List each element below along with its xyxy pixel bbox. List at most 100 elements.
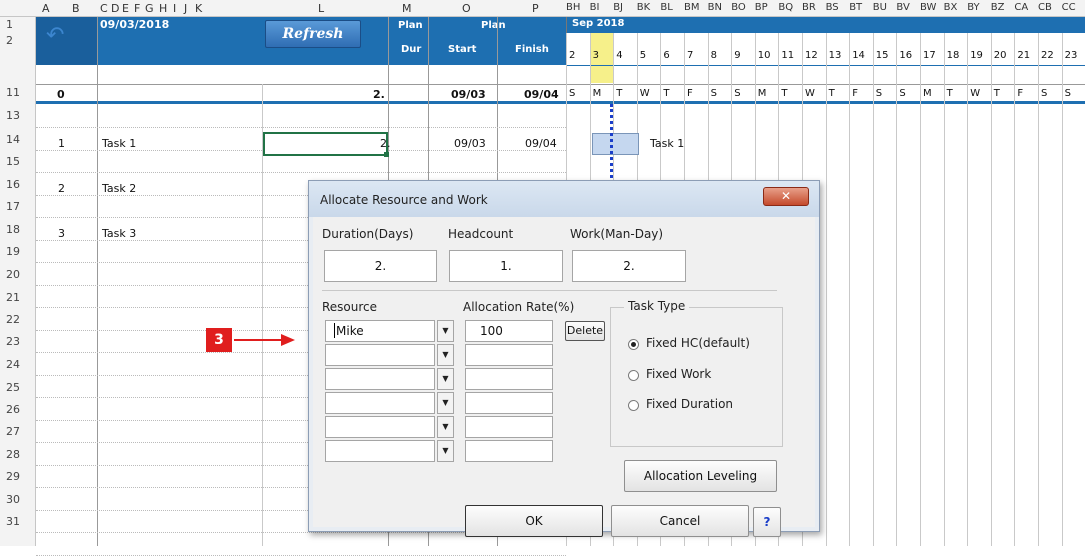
row-number[interactable]: 25: [0, 381, 36, 394]
row-number[interactable]: 21: [0, 291, 36, 304]
col-a[interactable]: A: [42, 2, 50, 15]
chevron-down-icon[interactable]: ▼: [437, 320, 454, 342]
gantt-col-header[interactable]: BP: [755, 2, 768, 13]
row-number[interactable]: 31: [0, 515, 36, 528]
resource-combo[interactable]: [325, 344, 435, 366]
gantt-col-header[interactable]: CA: [1014, 2, 1028, 13]
gantt-col-header[interactable]: BN: [708, 2, 722, 13]
allocation-leveling-button[interactable]: Allocation Leveling: [624, 460, 777, 492]
col-m[interactable]: M: [402, 2, 412, 15]
gantt-col-header[interactable]: BO: [731, 2, 746, 13]
task-1-bar[interactable]: [592, 133, 639, 155]
gantt-col-header[interactable]: BR: [802, 2, 816, 13]
gantt-col-header[interactable]: BW: [920, 2, 936, 13]
fixed-duration-label[interactable]: Fixed Duration: [646, 397, 733, 411]
row-number[interactable]: 30: [0, 493, 36, 506]
help-button[interactable]: ?: [753, 507, 781, 537]
row-number[interactable]: 20: [0, 268, 36, 281]
resource-combo[interactable]: [325, 392, 435, 414]
col-b[interactable]: B: [72, 2, 80, 15]
col-g[interactable]: G: [145, 2, 154, 15]
allocation-rate-field[interactable]: [465, 440, 553, 462]
col-e[interactable]: E: [122, 2, 129, 15]
resource-combo[interactable]: Mike: [325, 320, 435, 342]
radio-fixed-work[interactable]: [628, 370, 639, 381]
gantt-col-header[interactable]: BI: [590, 2, 600, 13]
resource-combo[interactable]: [325, 416, 435, 438]
col-k[interactable]: K: [195, 2, 202, 15]
col-h[interactable]: H: [159, 2, 167, 15]
gantt-col-header[interactable]: BV: [896, 2, 909, 13]
col-o[interactable]: O: [462, 2, 471, 15]
gantt-col-header[interactable]: BT: [849, 2, 862, 13]
col-l[interactable]: L: [318, 2, 324, 15]
gantt-col-header[interactable]: BS: [826, 2, 839, 13]
row-number[interactable]: 24: [0, 358, 36, 371]
gantt-col-header[interactable]: CC: [1062, 2, 1076, 13]
row-number[interactable]: 23: [0, 335, 36, 348]
work-field[interactable]: 2.: [572, 250, 686, 282]
delete-button[interactable]: Delete: [565, 321, 605, 341]
chevron-down-icon[interactable]: ▼: [437, 440, 454, 462]
close-button[interactable]: ✕: [763, 187, 809, 206]
fixed-work-label[interactable]: Fixed Work: [646, 367, 711, 381]
headcount-field[interactable]: 1.: [449, 250, 563, 282]
row-number[interactable]: 29: [0, 470, 36, 483]
allocation-rate-field[interactable]: [465, 392, 553, 414]
chevron-down-icon[interactable]: ▼: [437, 416, 454, 438]
allocation-rate-field[interactable]: [465, 368, 553, 390]
chevron-down-icon[interactable]: ▼: [437, 392, 454, 414]
gantt-col-header[interactable]: BX: [944, 2, 958, 13]
col-f[interactable]: F: [134, 2, 140, 15]
resource-combo[interactable]: [325, 368, 435, 390]
allocation-rate-field[interactable]: 100: [465, 320, 553, 342]
fixed-hc-label[interactable]: Fixed HC(default): [646, 336, 750, 350]
task-2-name[interactable]: Task 2: [102, 182, 136, 195]
cancel-button[interactable]: Cancel: [611, 505, 749, 537]
col-p[interactable]: P: [532, 2, 539, 15]
refresh-button[interactable]: Refresh: [265, 20, 361, 48]
col-j[interactable]: J: [184, 2, 187, 15]
row-number[interactable]: 16: [0, 178, 36, 191]
allocation-rate-field[interactable]: [465, 416, 553, 438]
radio-fixed-hc[interactable]: [628, 339, 639, 350]
gantt-col-header[interactable]: BQ: [778, 2, 793, 13]
undo-cell[interactable]: ↶: [36, 17, 97, 65]
row-number[interactable]: 19: [0, 245, 36, 258]
gantt-col-header[interactable]: BU: [873, 2, 887, 13]
allocation-rate-field[interactable]: [465, 344, 553, 366]
ok-button[interactable]: OK: [465, 505, 603, 537]
radio-fixed-duration[interactable]: [628, 400, 639, 411]
gantt-col-header[interactable]: BZ: [991, 2, 1005, 13]
gantt-col-header[interactable]: BM: [684, 2, 700, 13]
gantt-col-header[interactable]: BL: [660, 2, 672, 13]
row-number[interactable]: 17: [0, 200, 36, 213]
row-number[interactable]: 27: [0, 425, 36, 438]
col-c[interactable]: C: [100, 2, 108, 15]
col-i[interactable]: I: [173, 2, 176, 15]
row-number[interactable]: 1: [0, 18, 36, 31]
chevron-down-icon[interactable]: ▼: [437, 368, 454, 390]
row-number[interactable]: 28: [0, 448, 36, 461]
chevron-down-icon[interactable]: ▼: [437, 344, 454, 366]
row-number[interactable]: 11: [0, 86, 36, 99]
task-1-name[interactable]: Task 1: [102, 137, 136, 150]
resource-combo[interactable]: [325, 440, 435, 462]
gantt-col-header[interactable]: BY: [967, 2, 979, 13]
dialog-titlebar[interactable]: Allocate Resource and Work ✕: [309, 181, 819, 217]
row-number[interactable]: 15: [0, 155, 36, 168]
gantt-col-header[interactable]: BJ: [613, 2, 623, 13]
task-3-name[interactable]: Task 3: [102, 227, 136, 240]
duration-field[interactable]: 2.: [324, 250, 437, 282]
fill-handle[interactable]: [384, 152, 389, 157]
undo-icon[interactable]: ↶: [46, 23, 64, 48]
gantt-col-header[interactable]: CB: [1038, 2, 1052, 13]
row-number[interactable]: 13: [0, 109, 36, 122]
row-number[interactable]: 26: [0, 403, 36, 416]
row-number[interactable]: 18: [0, 223, 36, 236]
gantt-col-header[interactable]: BH: [566, 2, 580, 13]
row-number[interactable]: 22: [0, 313, 36, 326]
gantt-col-header[interactable]: BK: [637, 2, 650, 13]
col-d[interactable]: D: [111, 2, 119, 15]
selected-cell[interactable]: [263, 132, 388, 156]
